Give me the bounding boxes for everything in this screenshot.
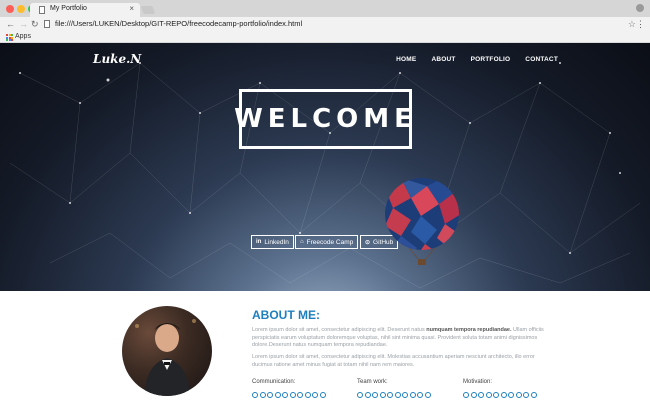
rating-dot <box>470 392 477 398</box>
skill-rating <box>463 392 537 398</box>
rating-dot <box>379 392 386 398</box>
skill-label: Motivation: <box>463 379 493 385</box>
tab-title: My Portfolio <box>50 5 87 12</box>
page-icon <box>39 6 45 14</box>
rating-dot <box>394 392 401 398</box>
rating-dot <box>364 392 371 398</box>
skill-team-work: Team work: <box>357 379 431 398</box>
apps-bookmark[interactable]: Apps <box>15 33 31 40</box>
nav-about[interactable]: ABOUT <box>431 56 455 63</box>
rating-dot <box>409 392 416 398</box>
about-title: ABOUT ME: <box>252 308 320 322</box>
rating-dot <box>478 392 484 398</box>
skill-label: Team work: <box>357 379 388 385</box>
rating-dot <box>252 392 258 398</box>
hero-title: WELCOME <box>234 104 417 134</box>
minimize-window-button[interactable] <box>17 5 25 13</box>
nav-portfolio[interactable]: PORTFOLIO <box>471 56 511 63</box>
github-icon: ⊙ <box>365 239 371 246</box>
linkedin-icon: in <box>256 239 262 245</box>
rating-dot <box>372 392 378 398</box>
skill-communication: Communication: <box>252 379 326 398</box>
bookmarks-bar: Apps <box>0 32 650 43</box>
rating-dot <box>274 392 281 398</box>
rating-dot <box>297 392 303 398</box>
address-bar[interactable]: file:///Users/LUKEN/Desktop/GIT-REPO/fre… <box>44 19 624 30</box>
rating-dot <box>282 392 288 398</box>
freecodecamp-label: Freecode Camp <box>306 238 354 246</box>
rating-dot <box>508 392 514 398</box>
freecodecamp-button[interactable]: ⌂ Freecode Camp <box>295 235 359 249</box>
new-tab-button[interactable] <box>140 6 156 14</box>
rating-dot <box>424 392 431 398</box>
freecodecamp-icon: ⌂ <box>300 239 304 245</box>
about-paragraph-1: Lorem ipsum dolor sit amet, consectetur … <box>252 327 552 350</box>
browser-tab-bar: My Portfolio × <box>0 0 650 17</box>
skill-rating <box>357 392 431 398</box>
about-paragraph-1-bold: numquam tempora repudiandae. <box>426 327 512 333</box>
about-paragraph-1-start: Lorem ipsum dolor sit amet, consectetur … <box>252 327 427 333</box>
rating-dot <box>387 392 393 398</box>
url-text[interactable]: file:///Users/LUKEN/Desktop/GIT-REPO/fre… <box>55 19 302 28</box>
rating-dot <box>530 392 537 398</box>
site-nav: HOME ABOUT PORTFOLIO CONTACT <box>396 56 558 63</box>
hero-section: Luke.N HOME ABOUT PORTFOLIO CONTACT WELC… <box>0 43 650 291</box>
rating-dot <box>417 392 423 398</box>
site-logo[interactable]: Luke.N <box>93 52 141 66</box>
skill-motivation: Motivation: <box>463 379 537 398</box>
rating-dot <box>267 392 273 398</box>
rating-dot <box>259 392 266 398</box>
file-icon <box>44 20 50 28</box>
nav-contact[interactable]: CONTACT <box>525 56 558 63</box>
rating-dot <box>319 392 326 398</box>
rating-dot <box>402 392 408 398</box>
rating-dot <box>304 392 311 398</box>
about-section: ABOUT ME: Lorem ipsum dolor sit amet, co… <box>0 291 650 406</box>
browser-tab[interactable]: My Portfolio × <box>30 3 140 17</box>
linkedin-label: LinkedIn <box>264 238 289 246</box>
profile-photo <box>122 306 212 396</box>
nav-home[interactable]: HOME <box>396 56 416 63</box>
linkedin-button[interactable]: in LinkedIn <box>251 235 294 249</box>
about-paragraph-2: Lorem ipsum dolor sit amet, consectetur … <box>252 354 535 368</box>
hot-air-balloon-image <box>385 178 459 265</box>
skill-rating <box>252 392 326 398</box>
close-tab-icon[interactable]: × <box>129 5 134 13</box>
welcome-box: WELCOME <box>234 89 412 149</box>
rating-dot <box>515 392 522 398</box>
reload-icon[interactable]: ↻ <box>31 19 39 29</box>
rating-dot <box>485 392 492 398</box>
forward-arrow-icon[interactable]: → <box>19 19 28 29</box>
rating-dot <box>523 392 529 398</box>
rating-dot <box>312 392 318 398</box>
rating-dot <box>289 392 296 398</box>
rating-dot <box>500 392 507 398</box>
close-window-button[interactable] <box>6 5 14 13</box>
rating-dot <box>493 392 499 398</box>
browser-menu-icon[interactable]: ⋮ <box>636 19 645 29</box>
rating-dot <box>463 392 469 398</box>
bookmark-star-icon[interactable]: ☆ <box>628 19 636 29</box>
rating-dot <box>357 392 363 398</box>
browser-toolbar: ← → ↻ file:///Users/LUKEN/Desktop/GIT-RE… <box>0 17 650 32</box>
apps-grid-icon[interactable] <box>6 34 13 41</box>
skill-label: Communication: <box>252 379 296 385</box>
constellation-background <box>9 62 641 289</box>
profile-icon[interactable] <box>636 4 644 12</box>
back-arrow-icon[interactable]: ← <box>6 19 15 29</box>
